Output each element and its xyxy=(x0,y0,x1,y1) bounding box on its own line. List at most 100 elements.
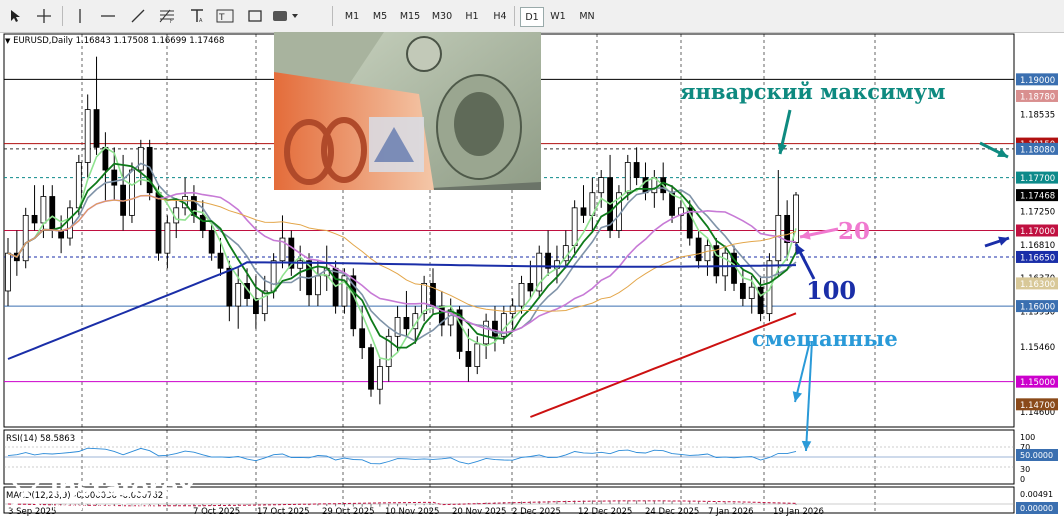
timeframe-d1[interactable]: D1 xyxy=(520,7,544,27)
svg-text:A: A xyxy=(199,18,203,23)
time-axis-label: 29 Oct 2025 xyxy=(322,507,375,517)
candle-body xyxy=(31,214,38,224)
legend-text: EURUSD,Daily 1.16843 1.17508 1.16699 1.1… xyxy=(13,36,225,46)
candle-body xyxy=(199,214,206,231)
candle-body xyxy=(492,320,498,337)
candle-body xyxy=(129,169,135,216)
price-label: 1.17700 xyxy=(1020,174,1055,184)
candle-body xyxy=(695,237,702,262)
price-tick: 1.17250 xyxy=(1020,208,1055,218)
candle-body xyxy=(403,317,410,330)
candle-body xyxy=(102,146,109,171)
rectangle-icon[interactable] xyxy=(244,6,266,26)
time-axis-label: 7 Jan 2026 xyxy=(708,507,754,517)
candle-body xyxy=(5,252,11,292)
svg-text:T: T xyxy=(218,13,225,23)
label-icon[interactable]: T xyxy=(214,6,236,26)
candle-body xyxy=(624,162,631,194)
candle-body xyxy=(217,252,224,269)
candle-body xyxy=(722,252,729,277)
price-label: 1.16300 xyxy=(1020,280,1055,290)
crosshair-icon[interactable] xyxy=(34,6,54,26)
candle-body xyxy=(633,162,640,178)
candle-body xyxy=(784,214,791,243)
rsi-axis-tick: 0 xyxy=(1020,475,1025,484)
candle-body xyxy=(421,283,428,315)
rsi-axis-tick: 50.0000 xyxy=(1020,451,1053,460)
candle-body xyxy=(208,230,215,254)
macd-axis-tick: 0.00000 xyxy=(1020,504,1053,513)
candle-body xyxy=(509,305,516,315)
time-axis-label: 7 Oct 2025 xyxy=(193,507,240,517)
candle-body xyxy=(598,177,605,194)
timeframe-w1[interactable]: W1 xyxy=(546,7,570,25)
candle-body xyxy=(580,207,587,216)
rsi-label: RSI(14) 58.5863 xyxy=(6,434,75,444)
time-axis-label: 24 Dec 2025 xyxy=(645,507,699,517)
candle-body xyxy=(111,169,118,186)
candle-body xyxy=(518,283,525,307)
symbol-legend: ▼ EURUSD,Daily 1.16843 1.17508 1.16699 1… xyxy=(5,36,224,46)
candle-body xyxy=(704,245,711,262)
timeframe-mn[interactable]: MN xyxy=(574,7,600,25)
candle-body xyxy=(40,196,47,224)
ma100-label: 100 xyxy=(806,276,857,305)
banknotes-image xyxy=(274,32,541,190)
time-axis-label: 2 Dec 2025 xyxy=(512,507,561,517)
svg-text:F: F xyxy=(170,19,173,24)
fibonacci-icon[interactable]: F xyxy=(156,6,178,26)
candle-body xyxy=(332,267,339,307)
cursor-icon[interactable] xyxy=(6,6,24,26)
toolbar: F A T M1 M5 M15 M30 H1 H4 D1 W1 MN xyxy=(0,0,1064,33)
candle-body xyxy=(314,275,321,296)
candle-body xyxy=(368,347,374,390)
candle-body xyxy=(739,283,746,299)
candle-body xyxy=(748,286,755,299)
ma20-label: 20 xyxy=(838,218,871,245)
time-axis-label: 19 Jan 2026 xyxy=(773,507,824,517)
rsi-axis-tick: 30 xyxy=(1020,465,1030,474)
mixed-label: смешанные xyxy=(752,326,898,351)
text-icon[interactable]: A xyxy=(188,6,206,26)
time-axis-label: 10 Nov 2025 xyxy=(385,507,439,517)
candle-body xyxy=(359,328,366,349)
price-label: 1.18080 xyxy=(1020,145,1055,155)
price-tick: 1.18535 xyxy=(1020,110,1055,120)
price-label: 1.17000 xyxy=(1020,227,1055,237)
price-label: 1.17468 xyxy=(1020,192,1055,202)
candle-body xyxy=(527,283,534,292)
time-axis-label: 20 Nov 2025 xyxy=(452,507,506,517)
shapes-icon[interactable] xyxy=(270,6,300,26)
price-label: 1.19000 xyxy=(1020,76,1055,86)
candle-body xyxy=(571,207,578,247)
candle-body xyxy=(226,267,233,307)
timeframe-m15[interactable]: M15 xyxy=(396,7,424,25)
timeframe-h1[interactable]: H1 xyxy=(460,7,484,25)
logo-brand: instaforex xyxy=(50,473,195,503)
price-label: 1.14700 xyxy=(1020,401,1055,411)
candle-body xyxy=(164,222,171,254)
price-label: 1.16650 xyxy=(1020,253,1055,263)
candle-body xyxy=(93,109,100,148)
candle-body xyxy=(22,214,29,262)
timeframe-h4[interactable]: H4 xyxy=(488,7,512,25)
candle-body xyxy=(465,351,472,367)
legend-triangle-icon: ▼ xyxy=(5,37,11,45)
price-tick: 1.16810 xyxy=(1020,241,1055,251)
price-label: 1.18780 xyxy=(1020,92,1055,102)
timeframe-m1[interactable]: M1 xyxy=(340,7,364,25)
vertical-line-icon[interactable] xyxy=(72,6,88,26)
timeframe-m5[interactable]: M5 xyxy=(368,7,392,25)
rsi-axis-tick: 100 xyxy=(1020,433,1035,442)
instaforex-logo-icon xyxy=(10,479,42,509)
january-max-label: январский максимум xyxy=(680,79,946,104)
price-tick: 1.15460 xyxy=(1020,343,1055,353)
candle-body xyxy=(235,283,242,307)
horizontal-line-icon[interactable] xyxy=(98,6,118,26)
trendline-icon[interactable] xyxy=(128,6,148,26)
macd-axis-tick: 0.00491 xyxy=(1020,490,1053,499)
candle-body xyxy=(155,192,162,254)
candle-body xyxy=(67,207,73,239)
timeframe-m30[interactable]: M30 xyxy=(428,7,456,25)
candle-body xyxy=(84,109,91,163)
